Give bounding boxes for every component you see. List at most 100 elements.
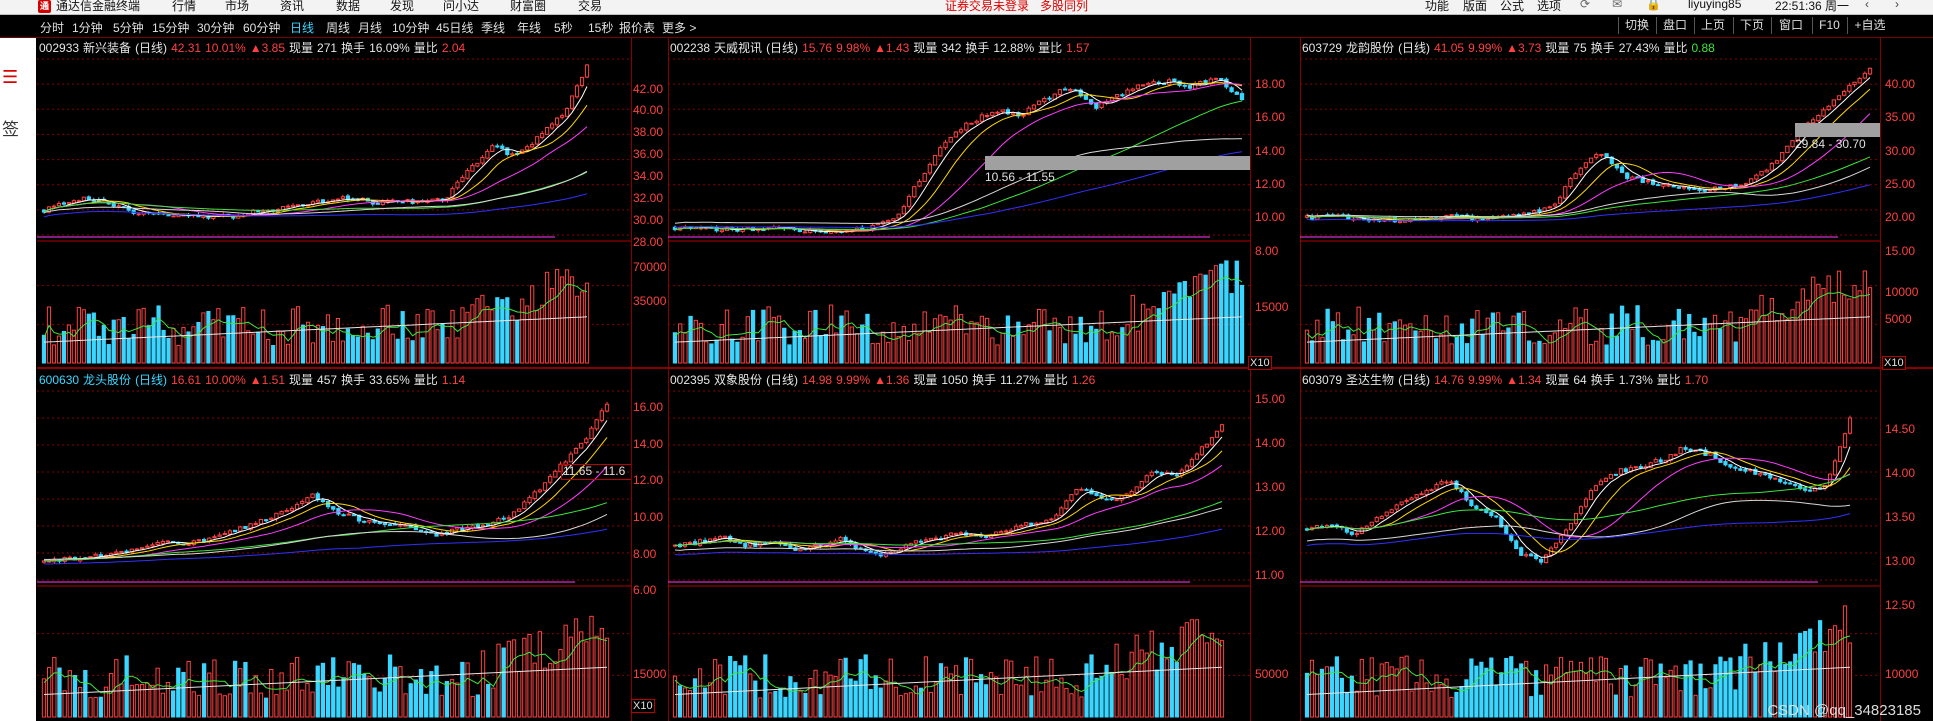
volume-bar: [803, 692, 808, 718]
period-tab-11[interactable]: 季线: [481, 19, 505, 36]
volume-bar: [1676, 308, 1682, 364]
period-tab-10[interactable]: 45日线: [436, 19, 473, 36]
kline-chart[interactable]: [37, 37, 631, 367]
ma-line-120: [1306, 166, 1871, 218]
volume-bar: [1359, 658, 1364, 718]
volume-bar: [1623, 665, 1628, 718]
volume-bar: [802, 338, 808, 364]
period-tab-13[interactable]: 5秒: [554, 19, 573, 36]
period-tab-8[interactable]: 月线: [358, 19, 382, 36]
menu-item-faxian[interactable]: 发现: [390, 0, 414, 14]
volume-bar: [953, 665, 959, 718]
candle-body: [823, 231, 829, 234]
volume-bar: [1753, 672, 1758, 718]
period-tab-14[interactable]: 15秒: [588, 19, 613, 36]
volume-tick: 70000: [633, 260, 667, 275]
menu-item-banmian[interactable]: 版面: [1463, 0, 1487, 14]
back-icon[interactable]: ‹: [1865, 0, 1869, 11]
login-notice[interactable]: 证券交易未登录: [945, 0, 1029, 14]
chart-panel-002395[interactable]: 002395 双象股份 (日线) 14.98 9.99% ▲1.36 现量 1050 换手 11.…: [668, 369, 1250, 721]
candle-body: [923, 539, 929, 542]
period-tab-3[interactable]: 15分钟: [152, 19, 189, 36]
kline-chart[interactable]: [668, 369, 1250, 721]
period-tab-6[interactable]: 日线: [290, 19, 314, 36]
candle-body: [783, 544, 788, 547]
refresh-icon[interactable]: ⟳: [1580, 0, 1590, 11]
period-tab-12[interactable]: 年线: [517, 19, 541, 36]
menu-item-zixun[interactable]: 资讯: [280, 0, 304, 14]
volume-bar: [1004, 659, 1009, 718]
period-tab-0[interactable]: 分时: [40, 19, 64, 36]
volume-bar: [1009, 660, 1014, 718]
kline-chart[interactable]: [37, 369, 631, 721]
toolbar-button-5[interactable]: F10: [1812, 17, 1846, 34]
period-tab-2[interactable]: 5分钟: [113, 19, 144, 36]
candle-body: [1768, 474, 1773, 479]
period-tab-16[interactable]: 更多 >: [662, 19, 696, 36]
forward-icon[interactable]: ›: [1895, 0, 1899, 11]
ma-line-120: [43, 170, 588, 215]
change-percent: 9.99%: [836, 373, 871, 387]
chart-panel-603079[interactable]: 603079 圣达生物 (日线) 14.76 9.99% ▲1.34 现量 64 换手 1.73%…: [1300, 369, 1880, 721]
volume-bar: [1640, 337, 1645, 364]
stock-name: 龙头股份: [83, 373, 132, 387]
volume-bar: [834, 332, 839, 364]
layout-notice[interactable]: 多股同列: [1040, 0, 1088, 14]
menu-item-caifuquan[interactable]: 财富圈: [510, 0, 546, 14]
menu-item-gongneng[interactable]: 功能: [1425, 0, 1449, 14]
period-tab-4[interactable]: 30分钟: [197, 19, 234, 36]
volume-bar: [569, 276, 575, 364]
menu-item-shuju[interactable]: 数据: [336, 0, 360, 14]
change-percent: 9.99%: [1468, 373, 1503, 387]
period-tab-9[interactable]: 10分钟: [392, 19, 429, 36]
volume-bar: [818, 335, 823, 364]
toolbar-button-0[interactable]: 切换: [1618, 17, 1655, 34]
volume-bar: [1633, 684, 1638, 718]
volume-bar: [1489, 657, 1494, 718]
period-label: (日线): [766, 41, 799, 55]
volume-bar: [1847, 298, 1852, 364]
kline-chart[interactable]: [668, 37, 1250, 367]
chart-panel-002238[interactable]: 002238 天威视讯 (日线) 15.76 9.98% ▲1.43 现量 342 换手 12.8…: [668, 37, 1250, 367]
period-tab-1[interactable]: 1分钟: [72, 19, 103, 36]
last-price: 41.05: [1434, 41, 1465, 55]
menu-item-gongshi[interactable]: 公式: [1500, 0, 1524, 14]
volume-bar: [227, 693, 233, 718]
kline-chart[interactable]: [1300, 37, 1880, 367]
toolbar-button-1[interactable]: 盘口: [1656, 17, 1693, 34]
volume-ratio-value: 1.26: [1071, 373, 1096, 387]
menu-item-shichang[interactable]: 市场: [225, 0, 249, 14]
menu-icon[interactable]: ☰: [2, 67, 18, 88]
volume-bar: [678, 323, 683, 364]
username[interactable]: liyuying85: [1688, 0, 1741, 11]
toolbar-button-4[interactable]: 窗口: [1771, 17, 1810, 34]
kline-chart[interactable]: [1300, 369, 1880, 721]
menu-item-hangqing[interactable]: 行情: [172, 0, 196, 14]
period-tab-5[interactable]: 60分钟: [243, 19, 280, 36]
menu-item-wenxiaoda[interactable]: 问小达: [443, 0, 479, 14]
period-label: (日线): [1398, 373, 1431, 387]
menu-item-jiaoyi[interactable]: 交易: [578, 0, 602, 14]
change-amount: ▲1.36: [874, 373, 910, 387]
lock-icon[interactable]: 🔒: [1646, 0, 1661, 11]
chart-panel-600630[interactable]: 600630 龙头股份 (日线) 16.61 10.00% ▲1.51 现量 457 换手 33.…: [37, 369, 631, 721]
price-tick: 14.00: [633, 436, 664, 451]
period-label: (日线): [135, 41, 168, 55]
mail-icon[interactable]: ✉: [1612, 0, 1622, 11]
period-tab-7[interactable]: 周线: [326, 19, 350, 36]
chart-panel-603729[interactable]: 603729 龙韵股份 (日线) 41.05 9.99% ▲3.73 现量 75 换手 27.43…: [1300, 37, 1880, 367]
volume-bar: [335, 318, 341, 364]
candle-body: [723, 535, 728, 538]
toolbar-button-2[interactable]: 上页: [1694, 17, 1731, 34]
volume-bar: [1069, 693, 1074, 718]
toolbar-button-3[interactable]: 下页: [1733, 17, 1770, 34]
chart-panel-002933[interactable]: 002933 新兴装备 (日线) 42.31 10.01% ▲3.85 现量 271 换手 16.…: [37, 37, 631, 367]
volume-bar: [906, 339, 912, 364]
menu-item-xuanxiang[interactable]: 选项: [1537, 0, 1561, 14]
volume-bar: [1608, 683, 1613, 718]
period-tab-15[interactable]: 报价表: [619, 19, 655, 36]
volume-bar: [724, 309, 730, 364]
toolbar-button-6[interactable]: +自选: [1847, 17, 1892, 34]
volume-bar: [261, 309, 266, 364]
volume-bar: [1557, 319, 1563, 364]
